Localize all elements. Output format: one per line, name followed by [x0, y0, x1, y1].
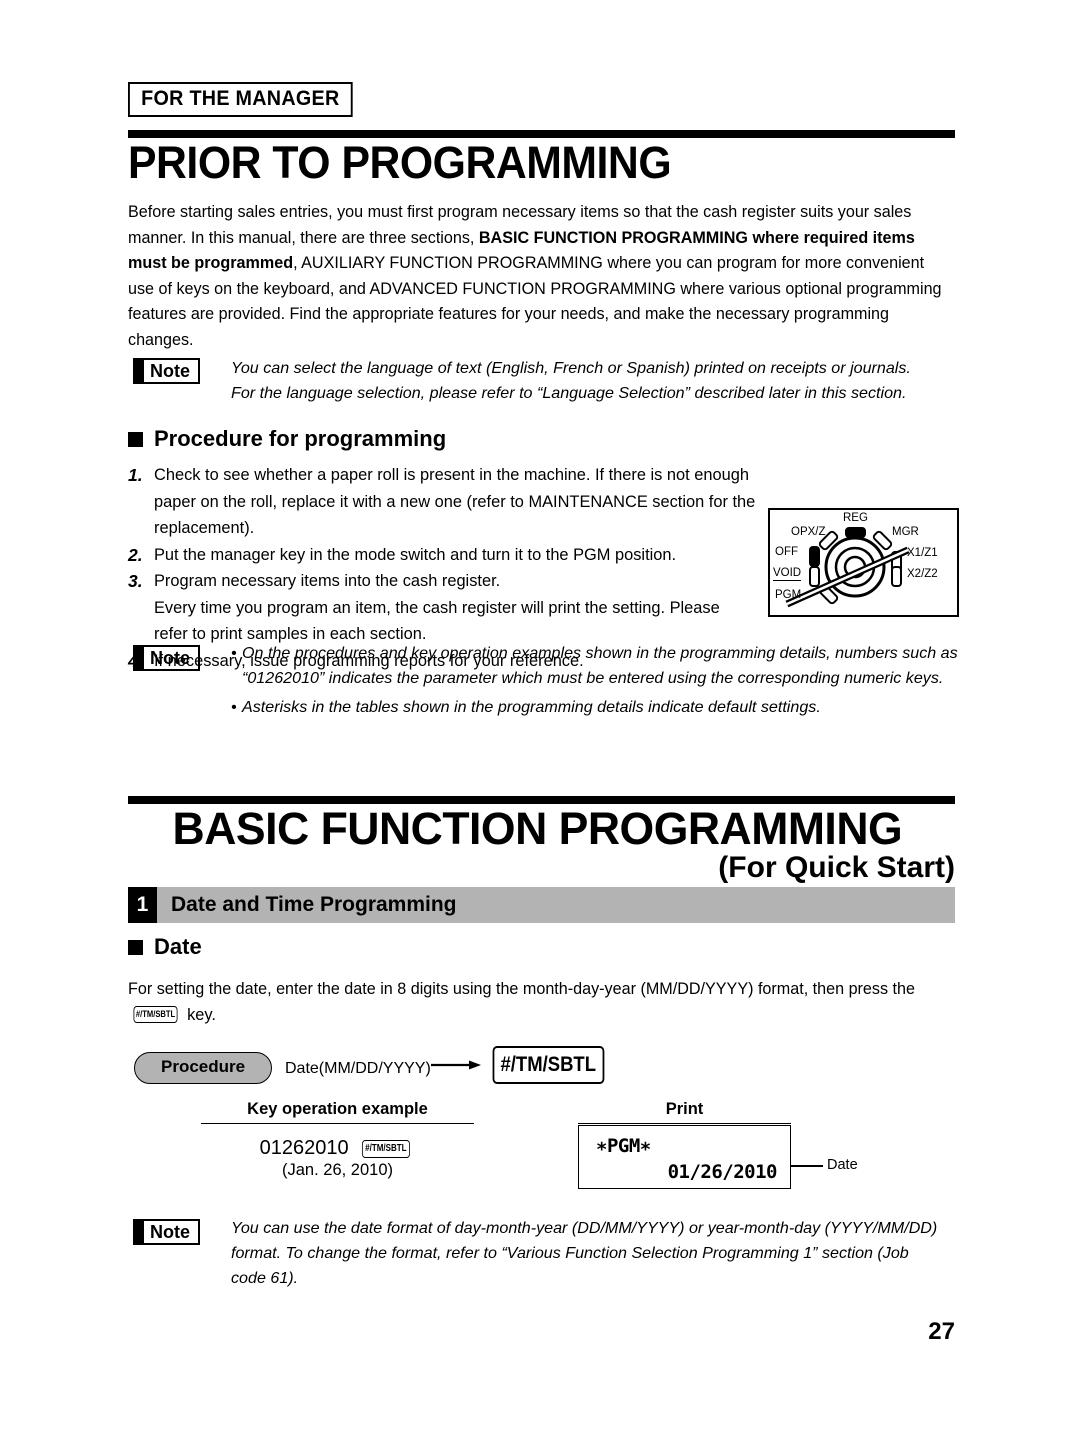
procedure-step-1-text: Check to see whether a paper roll is pre…: [154, 466, 756, 537]
note2-bullet-1: On the procedures and key operation exam…: [231, 641, 961, 691]
for-the-manager-label: FOR THE MANAGER: [141, 87, 340, 110]
heading-date-label: Date: [154, 934, 202, 959]
procedure-pill: Procedure: [134, 1052, 273, 1084]
column-header-print: Print: [578, 1100, 791, 1124]
print-mode-text: ∗PGM∗: [596, 1135, 651, 1157]
note-badge-label: Note: [150, 1222, 190, 1242]
key-operation-entry: 01262010 #/TM/SBTL: [201, 1136, 474, 1161]
procedure-pill-label: Procedure: [161, 1057, 246, 1076]
flow-input-label: Date(MM/DD/YYYY): [285, 1060, 431, 1077]
note3-line2: format. To change the format, refer to “…: [231, 1244, 909, 1262]
dial-label-off: OFF: [775, 546, 798, 558]
note-badge-label: Note: [150, 361, 190, 381]
mode-switch-dial: REG OPX/Z MGR OFF X1/Z1 VOID X2/Z2 PGM: [768, 508, 959, 617]
procedure-step-3-number: 3.: [128, 571, 143, 591]
dial-label-mgr: MGR: [892, 526, 919, 538]
key-hash-tm-sbtl-icon[interactable]: #/TM/SBTL: [492, 1046, 604, 1084]
page-number: 27: [928, 1318, 955, 1345]
print-date-text: 01/26/2010: [667, 1161, 778, 1183]
note3-line1: You can use the date format of day-month…: [231, 1219, 938, 1237]
procedure-step-2-text: Put the manager key in the mode switch a…: [154, 545, 677, 564]
note-badge-bar: [135, 647, 144, 669]
print-callout-leader-line: [791, 1165, 823, 1167]
note-badge: Note: [133, 645, 200, 671]
dial-label-void: VOID: [773, 567, 802, 581]
black-square-bullet-icon: [128, 939, 143, 955]
heading-procedure-for-programming: Procedure for programming: [128, 426, 447, 451]
note-badge: Note: [133, 1219, 200, 1245]
note-badge-bar: [135, 360, 144, 382]
print-callout-label: Date: [827, 1157, 858, 1173]
document-page: FOR THE MANAGER PRIOR TO PROGRAMMING Bef…: [128, 0, 959, 1454]
dial-label-x2z2: X2/Z2: [907, 568, 938, 580]
chapter1-intro-paragraph: Before starting sales entries, you must …: [128, 200, 943, 353]
chapter-title-basic-function-programming: BASIC FUNCTION PROGRAMMING: [172, 803, 903, 854]
note-badge-bar: [135, 1221, 144, 1243]
dial-label-opxz: OPX/Z: [791, 526, 826, 538]
procedure-step-1-number: 1.: [128, 465, 143, 485]
note2-text: On the procedures and key operation exam…: [231, 641, 961, 720]
dial-label-x1z1: X1/Z1: [907, 547, 938, 559]
note1-line2: For the language selection, please refer…: [231, 384, 907, 402]
note1-line1: You can select the language of text (Eng…: [231, 359, 911, 377]
note2-bullet-2: Asterisks in the tables shown in the pro…: [231, 695, 961, 720]
key-operation-entry-value: 01262010: [259, 1137, 349, 1159]
for-the-manager-tag: FOR THE MANAGER: [128, 82, 353, 118]
flow-key-wrapper: #/TM/SBTL: [485, 1046, 612, 1084]
section-number-badge: 1: [128, 887, 157, 923]
section-title-label: Date and Time Programming: [171, 893, 457, 916]
chapter2-subtitle: (For Quick Start): [718, 851, 955, 884]
key-operation-entry-note: (Jan. 26, 2010): [282, 1161, 393, 1179]
key-hash-tm-sbtl-icon[interactable]: #/TM/SBTL: [361, 1139, 410, 1158]
note-language-text: You can select the language of text (Eng…: [231, 356, 955, 406]
procedure-step-3: 3. Program necessary items into the cash…: [128, 568, 788, 595]
procedure-step-3-continued-line1: Every time you program an item, the cash…: [154, 598, 720, 617]
note3-text: You can use the date format of day-month…: [231, 1216, 961, 1291]
date-intro-text-a: For setting the date, enter the date in …: [128, 980, 915, 998]
print-sample-box: ∗PGM∗ 01/26/2010: [578, 1125, 791, 1189]
key-hash-tm-sbtl-icon[interactable]: #/TM/SBTL: [133, 1005, 178, 1024]
date-intro-text-b: key.: [187, 1006, 216, 1024]
chapter-title-prior-to-programming: PRIOR TO PROGRAMMING: [128, 137, 672, 188]
procedure-step-2: 2. Put the manager key in the mode switc…: [128, 542, 788, 569]
note-badge: Note: [133, 358, 200, 384]
heading-procedure-label: Procedure for programming: [154, 426, 447, 451]
procedure-step-2-number: 2.: [128, 544, 143, 565]
note-badge-label: Note: [150, 648, 190, 668]
black-square-bullet-icon: [128, 431, 143, 447]
dial-label-pgm: PGM: [775, 589, 802, 601]
date-intro-line2: #/TM/SBTL key.: [128, 1003, 216, 1029]
procedure-step-1: 1. Check to see whether a paper roll is …: [128, 462, 788, 542]
heading-date: Date: [128, 934, 202, 959]
procedure-step-3-text: Program necessary items into the cash re…: [154, 572, 501, 590]
note3-line3: code 61).: [231, 1269, 299, 1287]
date-intro-paragraph: For setting the date, enter the date in …: [128, 977, 943, 1003]
flow-arrow-icon: [431, 1060, 481, 1070]
column-header-key-operation-example: Key operation example: [201, 1100, 474, 1124]
dial-label-reg: REG: [843, 512, 868, 524]
section-bar-date-and-time-programming: 1 Date and Time Programming: [128, 887, 955, 923]
